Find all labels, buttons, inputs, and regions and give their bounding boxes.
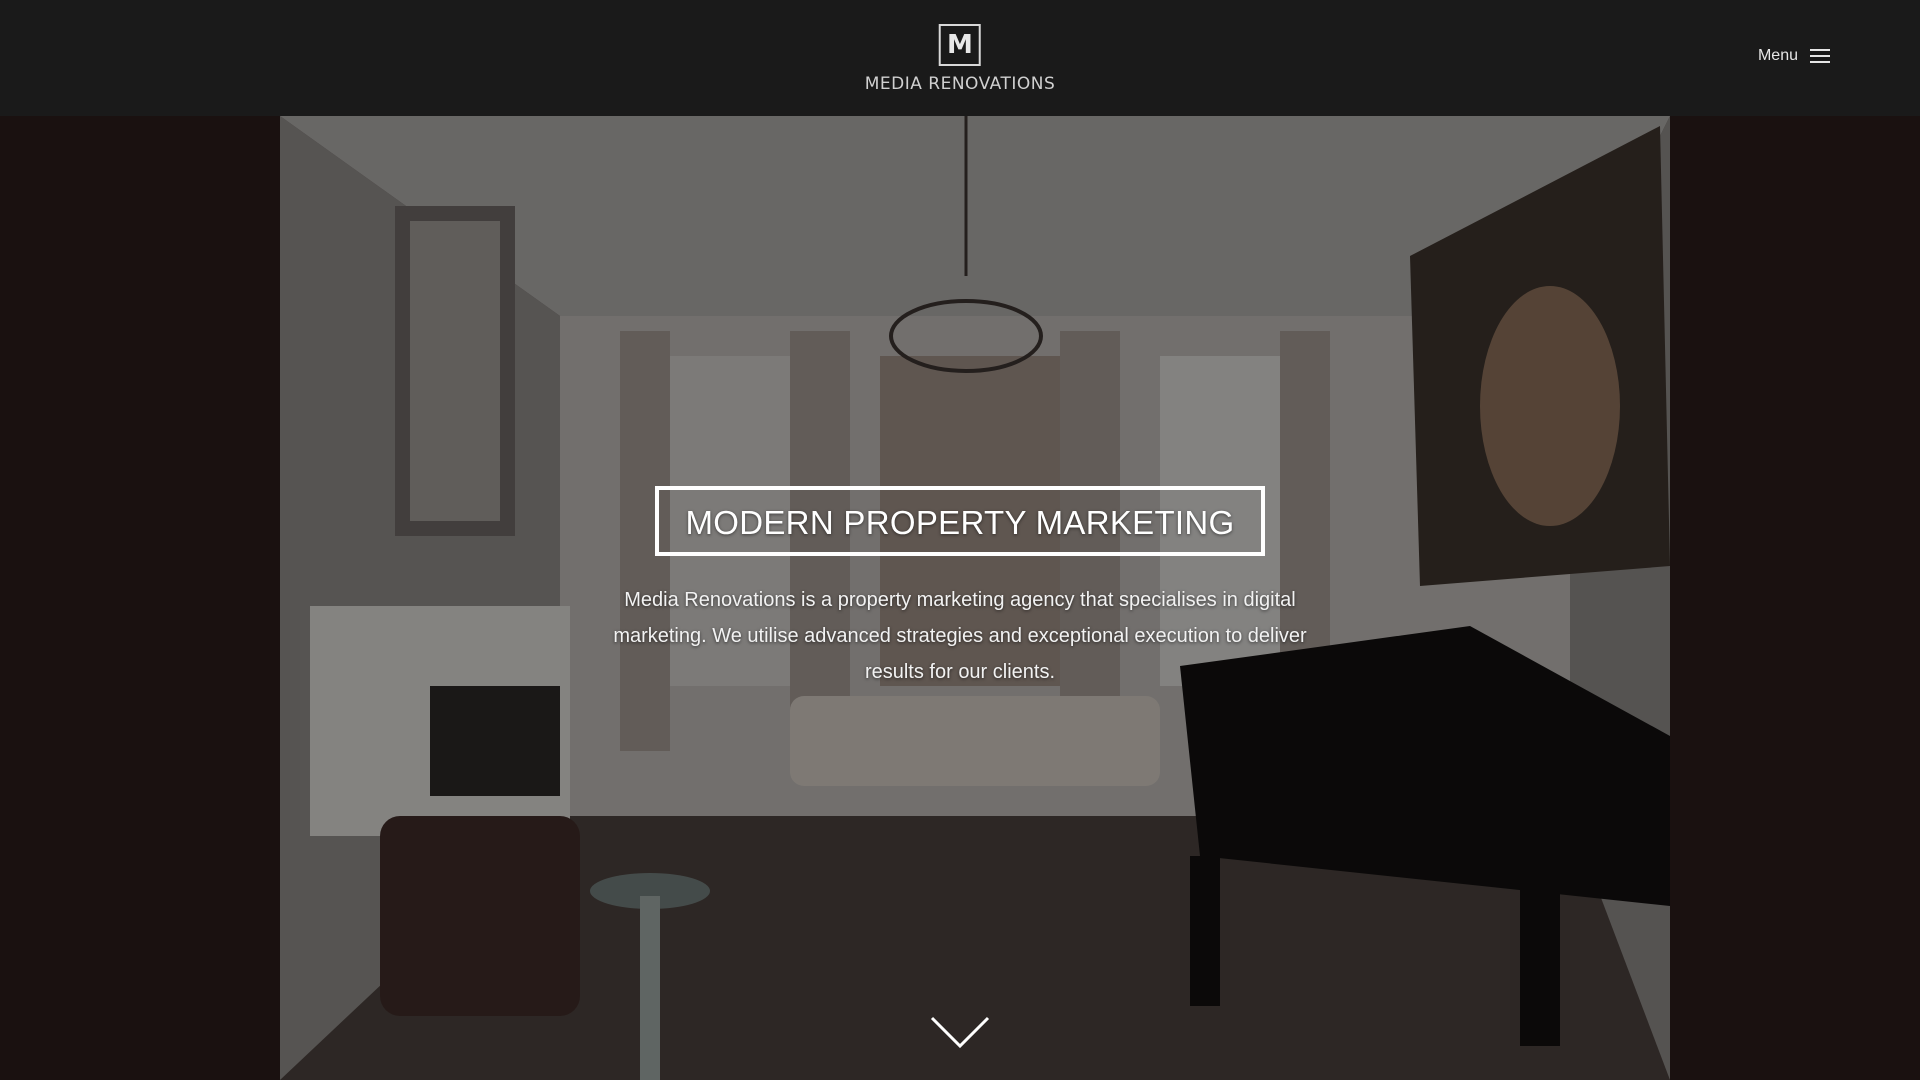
hero-description: Media Renovations is a property marketin… (613, 589, 1307, 683)
logo-text: MEDIA RENOVATIONS (864, 74, 1056, 94)
hero-title: MODERN PROPERTY MARKETING (685, 504, 1235, 541)
hamburger-icon (1810, 49, 1830, 63)
hero-title-box: MODERN PROPERTY MARKETING (655, 486, 1265, 556)
chevron-down-icon[interactable] (930, 1016, 990, 1055)
site-logo[interactable]: M MEDIA RENOVATIONS (865, 24, 1056, 94)
hero-content: MODERN PROPERTY MARKETING Media Renovati… (0, 486, 1920, 690)
site-header: M MEDIA RENOVATIONS Menu (0, 0, 1920, 116)
menu-label: Menu (1757, 47, 1798, 64)
logo-mark-icon: M (938, 24, 981, 66)
hero-section: MODERN PROPERTY MARKETING Media Renovati… (0, 116, 1920, 1080)
menu-button[interactable]: Menu (1758, 47, 1830, 65)
